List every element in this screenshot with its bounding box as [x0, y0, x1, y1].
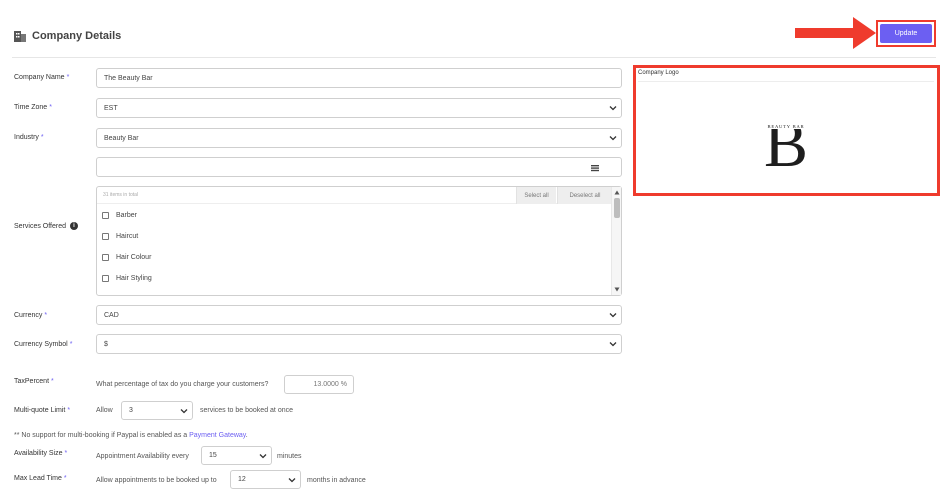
scroll-thumb[interactable]: [614, 198, 620, 218]
page-header: Company Details: [14, 30, 121, 42]
industry-value: Beauty Bar: [104, 134, 139, 142]
deselect-all-button[interactable]: Deselect all: [557, 187, 612, 204]
select-all-button[interactable]: Select all: [516, 187, 556, 204]
availability-suffix: minutes: [277, 453, 302, 460]
building-icon: [14, 31, 26, 42]
lead-time-select[interactable]: 12: [230, 470, 301, 489]
time-zone-label: Time Zone *: [14, 104, 52, 111]
tax-percent-input[interactable]: 13.0000 %: [284, 375, 354, 394]
list-item[interactable]: Hair Colour: [102, 254, 151, 261]
multi-quote-suffix: services to be booked at once: [200, 407, 294, 414]
max-lead-time-label: Max Lead Time *: [14, 475, 67, 482]
services-list-header: 31 items in total Select all Deselect al…: [97, 187, 612, 204]
company-logo-divider: [638, 81, 934, 82]
currency-symbol-label: Currency Symbol *: [14, 341, 73, 348]
services-search-input[interactable]: [96, 157, 622, 177]
currency-label: Currency *: [14, 312, 48, 319]
currency-symbol-select[interactable]: $: [96, 334, 622, 354]
payment-gateway-link[interactable]: Payment Gateway: [189, 432, 246, 439]
company-name-label: Company Name *: [14, 74, 70, 81]
arrow-annotation-icon: [795, 17, 876, 49]
multi-quote-prefix: Allow: [96, 407, 113, 414]
chevron-down-icon: [288, 478, 296, 483]
availability-select[interactable]: 15: [201, 446, 272, 465]
lead-time-value: 12: [238, 476, 246, 483]
availability-prefix: Appointment Availability every: [96, 453, 189, 460]
services-offered-label: Services Offered i: [14, 222, 79, 230]
currency-value: CAD: [104, 311, 119, 319]
time-zone-select[interactable]: EST: [96, 98, 622, 118]
paypal-note: ** No support for multi-booking if Paypa…: [14, 432, 248, 439]
header-divider: [12, 57, 936, 58]
industry-select[interactable]: Beauty Bar: [96, 128, 622, 148]
logo-brand-text: BEAUTY BAR: [767, 124, 804, 129]
company-name-value: The Beauty Bar: [104, 74, 153, 82]
services-list[interactable]: 31 items in total Select all Deselect al…: [96, 186, 622, 296]
list-icon[interactable]: [591, 164, 599, 172]
company-logo-label: Company Logo: [638, 70, 679, 76]
chevron-down-icon: [180, 409, 188, 414]
page-title: Company Details: [32, 30, 122, 42]
lead-time-prefix: Allow appointments to be booked up to: [96, 477, 217, 484]
list-item[interactable]: Haircut: [102, 233, 138, 240]
currency-select[interactable]: CAD: [96, 305, 622, 325]
tax-percent-label: TaxPercent *: [14, 378, 54, 385]
chevron-down-icon: [609, 136, 617, 141]
update-button[interactable]: Update: [880, 24, 932, 43]
currency-symbol-value: $: [104, 340, 108, 348]
tax-percent-value: 13.0000 %: [313, 381, 347, 388]
checkbox[interactable]: [102, 212, 109, 219]
time-zone-value: EST: [104, 104, 118, 112]
services-count: 31 items in total: [103, 192, 139, 198]
chevron-up-icon[interactable]: [614, 190, 620, 195]
list-item[interactable]: Barber: [102, 212, 137, 219]
tax-question: What percentage of tax do you charge you…: [96, 381, 269, 388]
multi-quote-label: Multi-quote Limit *: [14, 407, 71, 414]
lead-time-suffix: months in advance: [307, 477, 366, 484]
logo-letter: B: [764, 108, 808, 170]
multi-quote-value: 3: [129, 407, 133, 414]
industry-label: Industry *: [14, 134, 44, 141]
checkbox[interactable]: [102, 275, 109, 282]
multi-quote-select[interactable]: 3: [121, 401, 193, 420]
services-scrollbar[interactable]: [611, 187, 621, 295]
checkbox[interactable]: [102, 254, 109, 261]
chevron-down-icon: [609, 106, 617, 111]
company-name-input[interactable]: The Beauty Bar: [96, 68, 622, 88]
list-item[interactable]: Hair Styling: [102, 275, 152, 282]
availability-size-label: Availability Size *: [14, 450, 68, 457]
availability-value: 15: [209, 452, 217, 459]
info-icon[interactable]: i: [70, 222, 79, 230]
checkbox[interactable]: [102, 233, 109, 240]
chevron-down-icon[interactable]: [614, 287, 620, 292]
chevron-down-icon: [609, 342, 617, 347]
chevron-down-icon: [259, 454, 267, 459]
chevron-down-icon: [609, 313, 617, 318]
company-logo-image[interactable]: B BEAUTY BAR: [760, 108, 812, 170]
